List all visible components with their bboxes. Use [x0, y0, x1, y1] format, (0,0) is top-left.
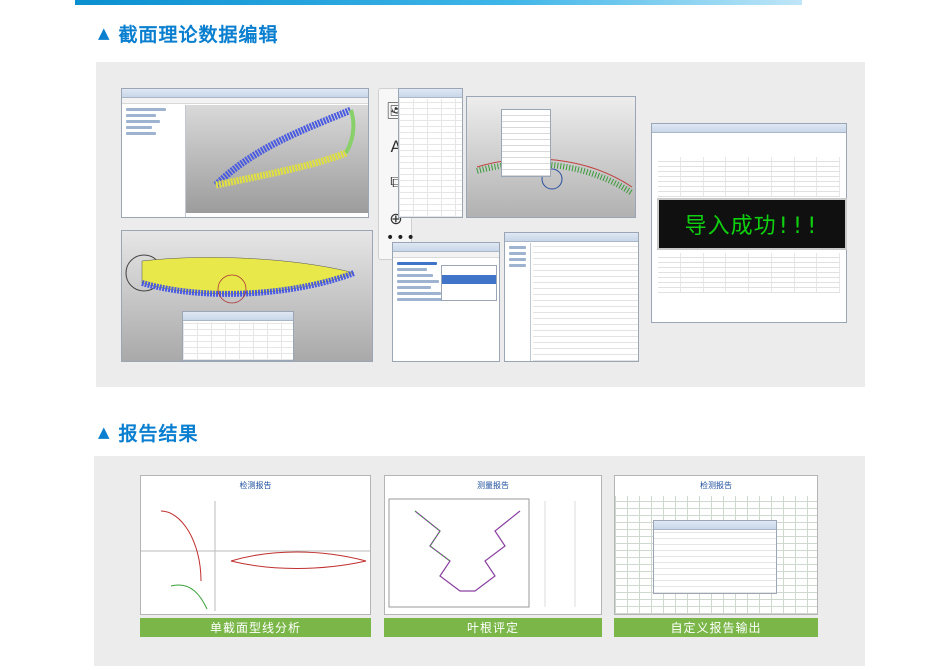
profile-points-graphic	[476, 158, 634, 196]
section-title-text: 报告结果	[118, 422, 199, 445]
triangle-icon: ▲	[98, 423, 111, 441]
section-title-report: ▲ 报告结果	[98, 419, 199, 445]
tree-context-popup	[441, 265, 497, 301]
report-settings-dialog	[653, 520, 777, 594]
3d-viewport	[186, 105, 368, 213]
top-accent-bar	[75, 0, 802, 5]
report-section-analysis: 检测报告	[140, 475, 371, 615]
screenshot-script-list	[398, 88, 463, 218]
parameter-dialog	[182, 311, 294, 361]
section-title-text: 截面理论数据编辑	[118, 23, 279, 46]
screenshot-tree-menu	[392, 242, 500, 362]
caption-section-analysis: 单截面型线分析	[140, 618, 371, 637]
screenshot-blade-editor	[121, 88, 369, 218]
profile-analysis-graphic	[141, 501, 370, 611]
section-title-editing: ▲ 截面理论数据编辑	[98, 20, 279, 46]
report-custom-output: 检测报告	[614, 475, 818, 615]
popup-menu	[501, 109, 551, 177]
report-root-evaluation: 测量报告	[384, 475, 602, 615]
screenshot-file-dialog	[504, 232, 639, 362]
screenshot-context-menu	[466, 96, 636, 218]
window-menubar	[122, 98, 368, 104]
tree-panel	[122, 105, 186, 217]
screenshot-blade-section	[121, 230, 373, 362]
report-header: 测量报告	[477, 481, 509, 490]
fir-tree-root-graphic	[388, 498, 576, 608]
window-titlebar	[122, 89, 368, 98]
report-header: 检测报告	[239, 481, 272, 490]
triangle-icon: ▲	[98, 24, 111, 42]
report-header: 检测报告	[700, 481, 732, 490]
blade-curve-graphic	[213, 106, 356, 189]
caption-root-evaluation: 叶根评定	[384, 618, 602, 637]
import-success-banner: 导入成功!!!	[657, 198, 847, 250]
caption-custom-output: 自定义报告输出	[614, 618, 818, 637]
